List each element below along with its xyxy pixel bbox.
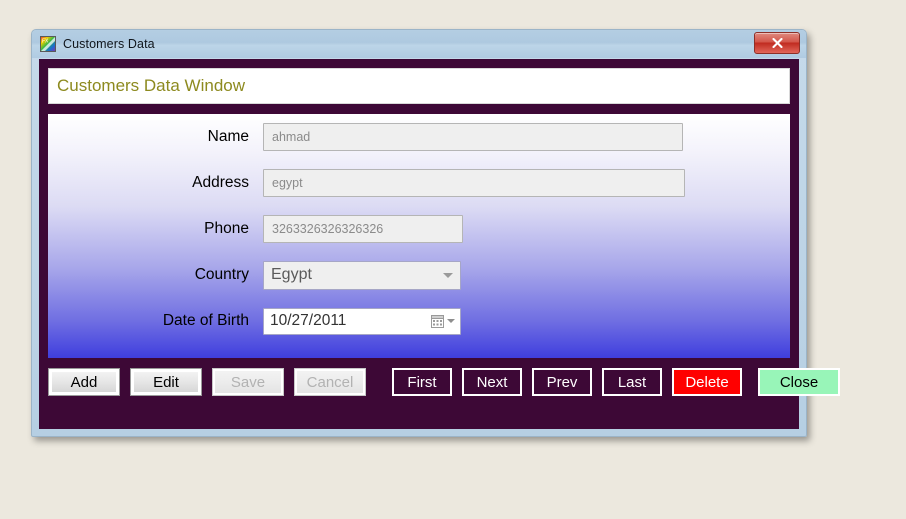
country-selected-value: Egypt xyxy=(271,266,312,283)
field-row-address: Address egypt xyxy=(48,160,790,206)
close-icon xyxy=(771,38,783,48)
header-band: Customers Data Window xyxy=(48,68,790,104)
label-country: Country xyxy=(194,266,249,283)
window-close-button[interactable] xyxy=(754,32,800,54)
label-address: Address xyxy=(192,174,249,191)
label-date-of-birth: Date of Birth xyxy=(162,312,249,329)
field-row-phone: Phone 3263326326326326 xyxy=(48,206,790,252)
prev-button[interactable]: Prev xyxy=(532,368,592,396)
address-input[interactable]: egypt xyxy=(263,169,685,197)
calendar-icon xyxy=(431,314,444,328)
phone-input[interactable]: 3263326326326326 xyxy=(263,215,463,243)
last-button[interactable]: Last xyxy=(602,368,662,396)
date-of-birth-input[interactable]: 10/27/2011 xyxy=(263,307,461,335)
page-title: Customers Data Window xyxy=(57,76,246,95)
window-client-area: Customers Data Window Name ahmad Address… xyxy=(39,59,840,429)
country-select[interactable]: Egypt xyxy=(263,260,461,290)
application-window: FX Customers Data Customers Data Window … xyxy=(31,29,840,437)
cancel-button: Cancel xyxy=(294,368,366,396)
app-logo-icon: FX xyxy=(40,36,56,52)
chevron-down-icon xyxy=(447,319,455,323)
close-button[interactable]: Close xyxy=(758,368,840,396)
desktop-background: FX Customers Data Customers Data Window … xyxy=(0,0,906,519)
field-row-country: Country Egypt xyxy=(48,252,790,298)
label-name: Name xyxy=(207,128,249,145)
date-picker-controls[interactable] xyxy=(431,314,455,328)
date-of-birth-value: 10/27/2011 xyxy=(270,312,347,329)
form-panel: Name ahmad Address egypt Phone 326332632… xyxy=(48,114,790,358)
window-titlebar[interactable]: FX Customers Data xyxy=(32,30,806,58)
svg-text:FX: FX xyxy=(42,39,49,45)
field-row-name: Name ahmad xyxy=(48,114,790,160)
field-row-date-of-birth: Date of Birth 10/27/2011 xyxy=(48,298,790,344)
label-phone: Phone xyxy=(204,220,249,237)
button-bar: Add Edit Save Cancel First Next Prev Las… xyxy=(48,362,840,402)
window-title: Customers Data xyxy=(63,37,155,51)
save-button: Save xyxy=(212,368,284,396)
edit-button[interactable]: Edit xyxy=(130,368,202,396)
add-button[interactable]: Add xyxy=(48,368,120,396)
first-button[interactable]: First xyxy=(392,368,452,396)
name-input[interactable]: ahmad xyxy=(263,123,683,151)
delete-button[interactable]: Delete xyxy=(672,368,742,396)
chevron-down-icon xyxy=(443,272,453,278)
next-button[interactable]: Next xyxy=(462,368,522,396)
